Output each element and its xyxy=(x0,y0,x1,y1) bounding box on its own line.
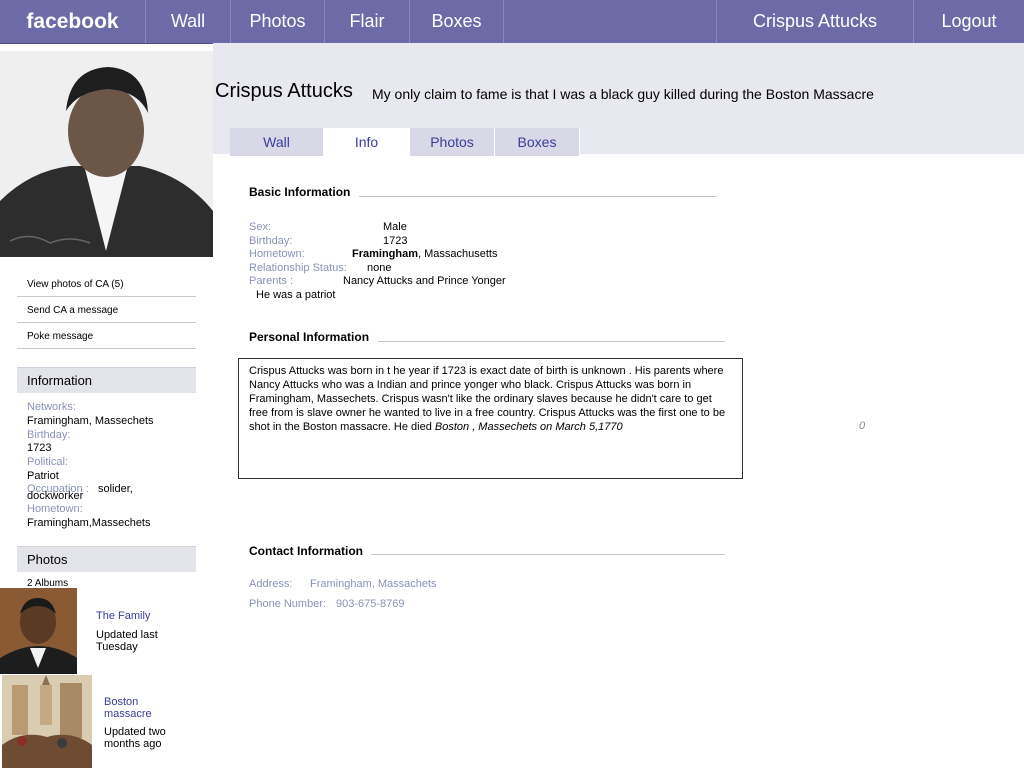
logout-button[interactable]: Logout xyxy=(914,0,1024,43)
nav-user-profile[interactable]: Crispus Attucks xyxy=(716,0,914,43)
poke-link[interactable]: Poke message xyxy=(17,324,196,349)
relationship-label: Relationship Status: xyxy=(249,262,347,274)
personal-information-title: Personal Information xyxy=(249,330,370,344)
basic-information-title: Basic Information xyxy=(249,185,351,199)
patriot-note: He was a patriot xyxy=(256,289,336,301)
hometown-info-value: Framingham, Massachusetts xyxy=(352,248,498,260)
album-cover-family xyxy=(0,588,77,674)
networks-value[interactable]: Framingham, Massechets xyxy=(27,415,154,428)
profile-picture[interactable] xyxy=(0,51,213,257)
address-label: Address: xyxy=(249,578,293,590)
nav-photos[interactable]: Photos xyxy=(231,0,325,43)
contact-information-divider xyxy=(371,554,725,555)
album-updated-family: Updated last Tuesday xyxy=(96,629,158,653)
networks-label: Networks: xyxy=(27,401,76,413)
album-thumbnail-family[interactable] xyxy=(0,588,77,674)
nav-wall[interactable]: Wall xyxy=(146,0,231,43)
birthday-value: 1723 xyxy=(27,442,52,454)
biography-textbox: Crispus Attucks was born in t he year if… xyxy=(238,358,743,479)
birthday-label: Birthday: xyxy=(27,429,71,441)
album-cover-boston xyxy=(2,675,92,768)
send-message-link[interactable]: Send CA a message xyxy=(17,298,196,323)
top-navigation-bar: facebook Wall Photos Flair Boxes Crispus… xyxy=(0,0,1024,44)
occupation-value: solider, xyxy=(98,483,133,495)
album-thumbnail-boston[interactable] xyxy=(2,675,92,768)
phone-value: 903-675-8769 xyxy=(336,598,405,610)
hometown-state: , Massachusetts xyxy=(418,248,498,260)
tab-boxes[interactable]: Boxes xyxy=(495,128,580,156)
birthday-info-value: 1723 xyxy=(383,235,408,247)
hometown-city[interactable]: Framingham xyxy=(352,248,418,260)
political-value[interactable]: Patriot xyxy=(27,470,59,483)
nav-flair[interactable]: Flair xyxy=(325,0,410,43)
album-updated-boston: Updated two months ago xyxy=(104,726,166,750)
album-title-boston[interactable]: Boston massacre xyxy=(104,696,174,720)
hometown-value[interactable]: Framingham,Massechets xyxy=(27,517,151,530)
tab-photos[interactable]: Photos xyxy=(410,128,495,156)
phone-label: Phone Number: xyxy=(249,598,327,610)
zero-counter: 0 xyxy=(859,420,866,432)
sex-label: Sex: xyxy=(249,221,272,233)
address-value: Framingham, Massachets xyxy=(310,578,437,590)
biography-death-place: Boston , Massechets on March 5,1770 xyxy=(434,421,623,433)
profile-status: My only claim to fame is that I was a bl… xyxy=(372,86,874,102)
hometown-info-label: Hometown: xyxy=(249,248,305,260)
basic-information-divider xyxy=(359,196,717,197)
portrait-engraving xyxy=(0,51,213,257)
personal-information-divider xyxy=(378,341,725,342)
profile-name: Crispus Attucks xyxy=(215,80,353,102)
contact-information-title: Contact Information xyxy=(249,544,363,558)
occupation-value-cont: dockworker xyxy=(27,490,84,502)
birthday-info-label: Birthday: xyxy=(249,235,293,247)
hometown-label: Hometown: xyxy=(27,503,83,515)
tab-wall[interactable]: Wall xyxy=(230,128,324,156)
view-photos-link[interactable]: View photos of CA (5) xyxy=(17,272,196,297)
nav-boxes[interactable]: Boxes xyxy=(410,0,504,43)
parents-label: Parents : xyxy=(249,275,294,287)
information-heading: Information xyxy=(17,367,196,393)
sex-value: Male xyxy=(383,221,407,233)
photos-heading: Photos xyxy=(17,546,196,572)
political-label: Political: xyxy=(27,456,68,468)
parents-value: Nancy Attucks and Prince Yonger xyxy=(343,275,506,287)
relationship-value: none xyxy=(367,262,392,274)
facebook-logo[interactable]: facebook xyxy=(0,0,146,43)
album-title-family[interactable]: The Family xyxy=(96,610,150,622)
tab-info[interactable]: Info xyxy=(324,128,410,156)
